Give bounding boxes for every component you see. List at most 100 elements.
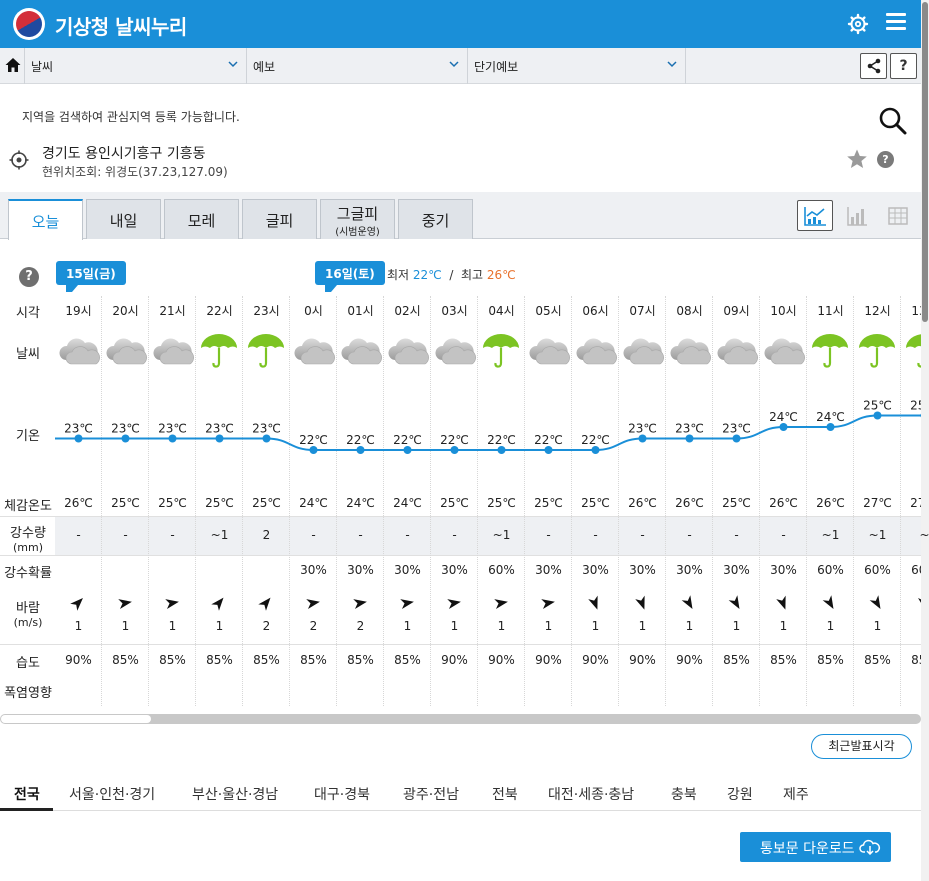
rain-label: 강수량 <box>10 526 46 541</box>
wind-arrow-icon <box>116 594 134 612</box>
region-tab-gangwon[interactable]: 강원 <box>727 784 753 804</box>
star-icon[interactable] <box>846 148 868 170</box>
graph-view-button[interactable] <box>797 200 833 231</box>
feels-like-value: 25℃ <box>252 496 281 510</box>
bar-view-button[interactable] <box>839 200 875 231</box>
region-tab-daegu[interactable]: 대구·경북 <box>314 784 370 804</box>
precip-amount: - <box>405 528 410 542</box>
share-button[interactable] <box>860 53 887 79</box>
download-button[interactable]: 통보문 다운로드 <box>740 832 891 862</box>
bar-chart-icon <box>847 206 867 226</box>
humidity-value: 85% <box>817 653 844 667</box>
hour-column: 12시 27℃ 60% 1 85% <box>854 296 901 706</box>
wind-speed: 1 <box>450 619 459 633</box>
help-button[interactable]: ? <box>890 53 917 79</box>
tab-day-after[interactable]: 모레 <box>164 199 239 239</box>
feels-like-value: 24℃ <box>299 496 328 510</box>
temperature-point <box>732 434 741 443</box>
breadcrumb-select-short-term[interactable]: 단기예보 <box>467 48 686 84</box>
hour-time: 21시 <box>159 304 186 318</box>
wind-speed: 1 <box>544 619 553 633</box>
vertical-scrollbar[interactable] <box>921 0 929 881</box>
tab-midterm[interactable]: 중기 <box>398 199 473 239</box>
hour-column: 19시 26℃ 1 90% <box>55 296 102 706</box>
temperature-label: 22℃ <box>346 433 375 447</box>
humidity-value: 85% <box>253 653 280 667</box>
feels-like-value: 25℃ <box>205 496 234 510</box>
region-tab-daejeon[interactable]: 대전·세종·충남 <box>548 784 634 804</box>
hour-time: 05시 <box>535 304 562 318</box>
app-title[interactable]: 기상청 날씨누리 <box>55 11 187 40</box>
recent-release-button[interactable]: 최근발표시각 <box>811 734 912 759</box>
menu-icon[interactable] <box>886 13 906 33</box>
table-view-button[interactable] <box>880 200 916 231</box>
hour-time: 03시 <box>441 304 468 318</box>
precip-amount: - <box>781 528 786 542</box>
hour-time: 02시 <box>394 304 421 318</box>
tab-today[interactable]: 오늘 <box>8 199 83 240</box>
temperature-point <box>873 411 882 420</box>
hour-column: 08시 26℃ 30% 1 90% <box>666 296 713 706</box>
hour-column: 23시 25℃ 2 85% <box>243 296 290 706</box>
tab-3days[interactable]: 글피 <box>242 199 317 239</box>
region-tab-jeju[interactable]: 제주 <box>783 784 809 804</box>
humidity-value: 85% <box>347 653 374 667</box>
temperature-label: 23℃ <box>675 422 704 436</box>
tab-label: 글피 <box>265 212 294 230</box>
precip-amount: - <box>687 528 692 542</box>
kma-logo[interactable] <box>11 6 47 42</box>
precip-amount: - <box>76 528 81 542</box>
feels-like-value: 25℃ <box>440 496 469 510</box>
wind-arrow-icon <box>539 594 557 612</box>
precip-amount: 2 <box>262 528 271 542</box>
feels-like-value: 26℃ <box>64 496 93 510</box>
forecast-help-icon[interactable]: ? <box>19 267 39 287</box>
location-coords: 현위치조회: 위경도(37.23,127.09) <box>42 165 228 179</box>
wind-arrow-icon <box>351 594 369 612</box>
temperature-point <box>74 434 83 443</box>
wind-arrow-icon <box>304 594 322 612</box>
tab-4days[interactable]: 그글피 (시범운영) <box>320 199 395 239</box>
precip-probability: 60% <box>488 563 515 577</box>
region-tab-seoul[interactable]: 서울·인천·경기 <box>69 784 155 804</box>
feels-like-value: 25℃ <box>722 496 751 510</box>
tab-label: 내일 <box>109 212 138 230</box>
region-tab-jeonbuk[interactable]: 전북 <box>492 784 518 804</box>
humidity-value: 90% <box>629 653 656 667</box>
temperature-point <box>356 446 365 454</box>
hour-time: 01시 <box>347 304 374 318</box>
current-location-icon[interactable] <box>9 150 29 170</box>
horizontal-scrollbar[interactable] <box>0 714 921 724</box>
region-tab-gwangju[interactable]: 광주·전남 <box>403 784 459 804</box>
gear-icon[interactable] <box>846 12 870 36</box>
wind-speed: 1 <box>121 619 130 633</box>
hour-column: 13시 27℃ 60% 85% <box>901 296 921 706</box>
wind-arrow-icon <box>868 594 886 612</box>
region-tab-national[interactable]: 전국 <box>14 784 40 804</box>
temperature-label: 23℃ <box>64 422 93 436</box>
precip-probability: 30% <box>535 563 562 577</box>
temperature-point <box>826 423 835 431</box>
home-icon[interactable] <box>4 56 22 74</box>
breadcrumb-select-forecast[interactable]: 예보 <box>246 48 467 84</box>
region-tab-busan[interactable]: 부산·울산·경남 <box>192 784 278 804</box>
hour-column: 0시 24℃ 30% 2 85% <box>290 296 337 706</box>
tab-label: 그글피 <box>336 205 379 223</box>
breadcrumb-select-weather[interactable]: 날씨 <box>24 48 246 84</box>
temperature-point <box>262 434 271 443</box>
umbrella-icon <box>855 332 899 368</box>
help-icon[interactable]: ? <box>877 151 894 168</box>
region-tab-chungbuk[interactable]: 충북 <box>671 784 697 804</box>
tab-tomorrow[interactable]: 내일 <box>86 199 161 239</box>
temperature-label: 24℃ <box>769 410 798 424</box>
wind-arrow-icon <box>774 594 792 612</box>
search-icon[interactable] <box>878 106 908 136</box>
temperature-point <box>685 434 694 443</box>
cloudy-icon <box>714 332 758 368</box>
cloudy-icon <box>150 332 194 368</box>
scroll-thumb[interactable] <box>1 715 151 723</box>
hourly-columns[interactable]: 19시 26℃ 1 90% 20시 25℃ 1 85% 21시 25℃ 1 85% 22시 25℃ 1 85%… <box>55 296 921 706</box>
row-label-heat: 폭염영향 <box>4 686 52 701</box>
humidity-value: 85% <box>770 653 797 667</box>
cloudy-icon <box>526 332 570 368</box>
